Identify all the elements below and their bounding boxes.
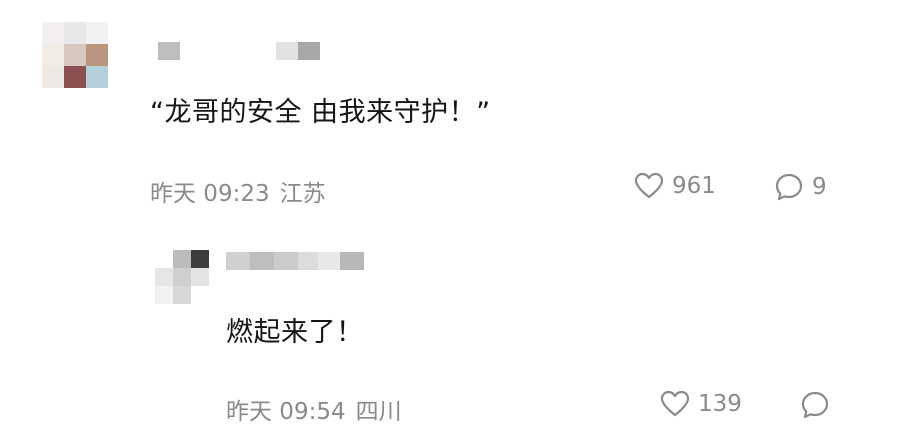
like-button[interactable]: 961 [634,172,716,200]
heart-outline-icon [660,390,690,418]
speech-bubble-icon [800,390,830,420]
like-count: 139 [698,391,742,417]
reply-text: 燃起来了！ [226,317,364,348]
reply-button[interactable] [800,390,830,420]
username-blurred[interactable] [226,252,364,270]
comment-location: 江苏 [279,181,326,207]
reply-time: 昨天 09:54 [226,399,346,425]
reply-meta: 昨天 09:54 四川 [226,392,402,426]
reply-button[interactable]: 9 [774,172,827,202]
reply-location: 四川 [355,399,402,425]
avatar[interactable] [155,250,209,304]
comment-text: “龙哥的安全 由我来守护！” [150,97,491,128]
reply-count: 9 [812,174,827,200]
comment-meta: 昨天 09:23 江苏 [150,174,326,208]
like-count: 961 [672,173,716,199]
comment-time: 昨天 09:23 [150,181,270,207]
speech-bubble-icon [774,172,804,202]
avatar[interactable] [42,22,108,88]
heart-outline-icon [634,172,664,200]
like-button[interactable]: 139 [660,390,742,418]
username-blurred[interactable] [158,42,320,60]
